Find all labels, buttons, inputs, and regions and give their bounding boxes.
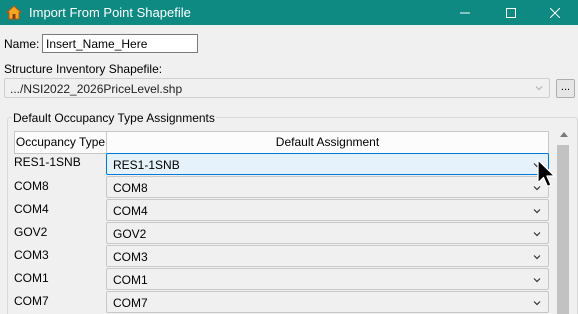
scroll-thumb[interactable] bbox=[557, 145, 569, 314]
column-header-default-assignment[interactable]: Default Assignment bbox=[106, 131, 549, 154]
window-title: Import From Point Shapefile bbox=[29, 5, 191, 20]
default-assignment-dropdown[interactable]: COM4 bbox=[106, 199, 549, 221]
maximize-icon bbox=[506, 7, 516, 18]
chevron-down-icon bbox=[533, 255, 541, 260]
occupancy-group-title: Default Occupancy Type Assignments bbox=[12, 111, 216, 125]
chevron-down-icon bbox=[533, 232, 541, 237]
close-button[interactable] bbox=[532, 0, 578, 25]
house-icon bbox=[6, 5, 22, 20]
occupancy-type-label: COM8 bbox=[14, 179, 49, 193]
default-assignment-value: COM8 bbox=[113, 181, 148, 195]
chevron-down-icon bbox=[535, 86, 543, 91]
chevron-down-icon bbox=[533, 209, 541, 214]
chevron-down-icon bbox=[533, 278, 541, 283]
scroll-up-arrow-icon[interactable] bbox=[560, 131, 568, 137]
maximize-button[interactable] bbox=[488, 0, 534, 25]
browse-button[interactable]: ... bbox=[556, 79, 575, 98]
occupancy-type-label: COM4 bbox=[14, 202, 49, 216]
default-assignment-value: RES1-1SNB bbox=[113, 158, 180, 172]
close-icon bbox=[550, 7, 560, 18]
default-assignment-value: COM4 bbox=[113, 204, 148, 218]
minimize-icon bbox=[460, 12, 470, 13]
name-input[interactable] bbox=[42, 34, 198, 53]
default-assignment-dropdown[interactable]: COM1 bbox=[106, 268, 549, 290]
default-assignment-value: COM7 bbox=[113, 296, 148, 310]
column-header-occupancy-type[interactable]: Occupancy Type bbox=[14, 131, 107, 154]
structure-inventory-label: Structure Inventory Shapefile: bbox=[4, 62, 163, 76]
name-label: Name: bbox=[4, 37, 40, 51]
occupancy-type-label: RES1-1SNB bbox=[14, 155, 81, 169]
minimize-button[interactable] bbox=[442, 0, 488, 25]
occupancy-type-label: COM7 bbox=[14, 294, 49, 308]
mouse-pointer-icon bbox=[537, 159, 556, 188]
structure-inventory-path: .../NSI2022_2026PriceLevel.shp bbox=[10, 82, 183, 96]
vertical-scrollbar[interactable] bbox=[553, 131, 575, 314]
default-assignment-dropdown[interactable]: RES1-1SNB bbox=[106, 153, 549, 175]
default-assignment-value: GOV2 bbox=[113, 227, 147, 241]
chevron-down-icon bbox=[533, 301, 541, 306]
default-assignment-dropdown[interactable]: COM8 bbox=[106, 176, 549, 198]
default-assignment-dropdown[interactable]: COM3 bbox=[106, 245, 549, 267]
title-bar[interactable]: Import From Point Shapefile bbox=[0, 0, 578, 25]
occupancy-type-label: GOV2 bbox=[14, 225, 48, 239]
occupancy-type-label: COM3 bbox=[14, 248, 49, 262]
default-assignment-value: COM3 bbox=[113, 250, 148, 264]
default-assignment-dropdown[interactable]: COM7 bbox=[106, 291, 549, 313]
structure-inventory-path-combo[interactable]: .../NSI2022_2026PriceLevel.shp bbox=[4, 78, 550, 98]
default-assignment-dropdown[interactable]: GOV2 bbox=[106, 222, 549, 244]
occupancy-type-label: COM1 bbox=[14, 271, 49, 285]
default-assignment-value: COM1 bbox=[113, 273, 148, 287]
